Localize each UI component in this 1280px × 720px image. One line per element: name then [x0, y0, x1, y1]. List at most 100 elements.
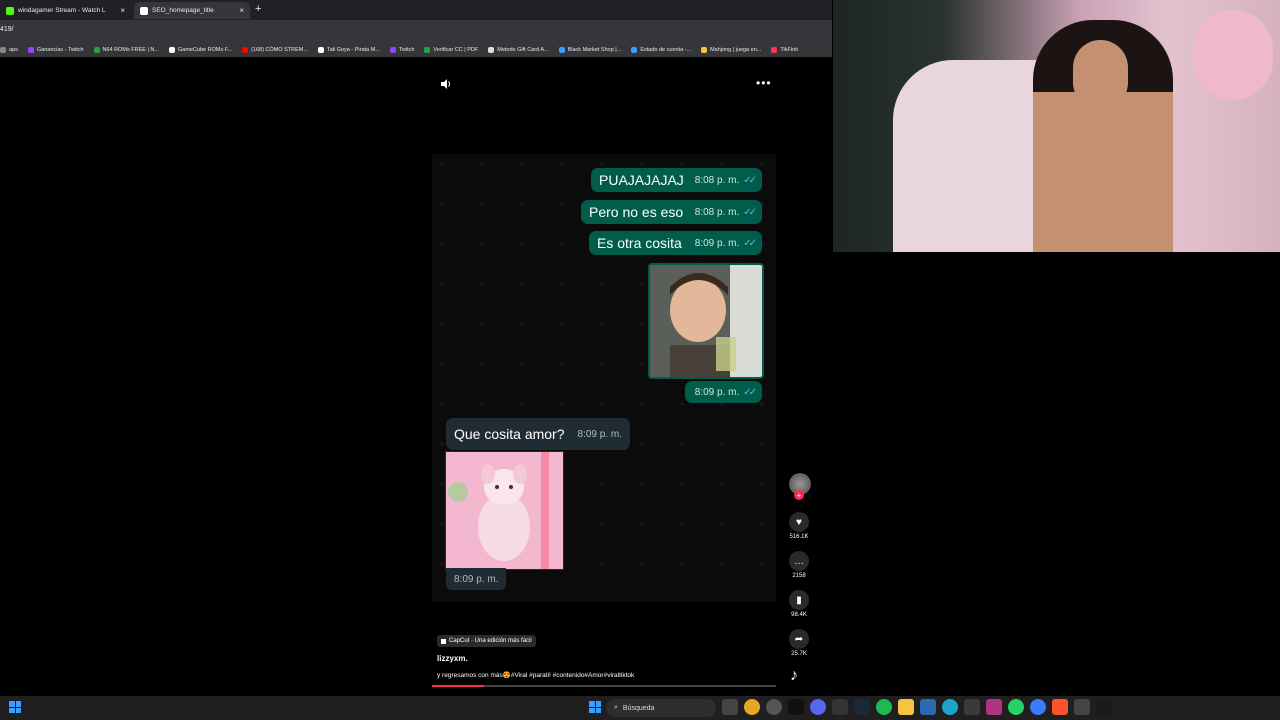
- outgoing-message: Pero no es eso 8:08 p. m. ✓✓: [581, 200, 762, 224]
- bookmark-label: Verificar CC | PDF: [433, 46, 479, 53]
- follow-plus-icon[interactable]: +: [794, 490, 804, 500]
- message-time: 8:08 p. m.: [694, 174, 740, 186]
- bookmark-favicon-icon: [771, 46, 778, 53]
- bookmark-favicon-icon: [168, 46, 175, 53]
- sticker-timestamp: 8:09 p. m.: [446, 568, 506, 590]
- message-text: Es otra cosita: [597, 235, 682, 251]
- message-time: 8:09 p. m.: [577, 428, 622, 440]
- bookmark-item[interactable]: aps: [0, 46, 18, 53]
- share-arrow-icon[interactable]: ➦: [789, 629, 809, 649]
- bookmark-item[interactable]: Black Market Shop |...: [558, 46, 622, 53]
- message-text: Pero no es eso: [589, 204, 684, 220]
- messenger-icon[interactable]: [1030, 699, 1046, 715]
- windows-taskbar: ⌕ Búsqueda: [0, 696, 1280, 720]
- bookmark-item[interactable]: Tali Goya - Pirata M...: [317, 46, 380, 53]
- outgoing-message: Es otra cosita 8:09 p. m. ✓✓: [589, 231, 762, 255]
- bookmark-favicon-icon: [0, 46, 6, 53]
- bookmark-item[interactable]: GameCube ROMs F...: [168, 46, 232, 53]
- close-tab-icon[interactable]: ×: [120, 6, 125, 15]
- heart-icon[interactable]: ♥: [789, 512, 809, 532]
- photo-timestamp: 8:09 p. m. ✓✓: [685, 381, 762, 403]
- app-icon[interactable]: [920, 699, 936, 715]
- file-explorer-icon[interactable]: [898, 699, 914, 715]
- spotify-icon[interactable]: [876, 699, 892, 715]
- bookmark-label: aps: [9, 46, 18, 53]
- taskbar-search[interactable]: ⌕ Búsqueda: [606, 699, 716, 717]
- sticker-pink-dog: [445, 451, 564, 570]
- task-view-icon[interactable]: [722, 699, 738, 715]
- bookmark-item[interactable]: Ganancias - Twitch: [27, 46, 84, 53]
- read-ticks-icon: ✓✓: [743, 174, 757, 186]
- tab-seo-homepage[interactable]: SEO_homepage_title ×: [134, 2, 250, 19]
- bookmark-label: Estado de cuenta -...: [640, 46, 692, 53]
- bookmark-item[interactable]: Mahjong | juega en...: [701, 46, 761, 53]
- bookmark-label: Metodo Gift Card A...: [497, 46, 549, 53]
- bookmark-item[interactable]: Metodo Gift Card A...: [488, 46, 549, 53]
- read-ticks-icon: ✓✓: [743, 237, 757, 249]
- message-time: 8:09 p. m.: [694, 386, 740, 398]
- address-bar[interactable]: 419/: [0, 20, 832, 42]
- search-icon: ⌕: [614, 704, 618, 711]
- bookmark-favicon-icon: [424, 46, 431, 53]
- steam-icon[interactable]: [854, 699, 870, 715]
- bookmark-item[interactable]: Twitch: [389, 46, 414, 53]
- bookmark-label: Black Market Shop |...: [567, 46, 622, 53]
- obs-icon[interactable]: [766, 699, 782, 715]
- comment-count: 2158: [792, 573, 806, 579]
- store-icon[interactable]: [964, 699, 980, 715]
- capcut-tag[interactable]: CapCut · Una edición más fácil: [437, 635, 536, 647]
- save-count: 98.4K: [791, 612, 807, 618]
- tab-seo-label: SEO_homepage_title: [152, 7, 214, 14]
- capcut-label: CapCut · Una edición más fácil: [449, 638, 532, 644]
- volume-icon[interactable]: [440, 78, 452, 90]
- bookmark-item[interactable]: TikFinit: [771, 46, 798, 53]
- bookmark-item[interactable]: (168) CÓMO STREM...: [242, 46, 308, 53]
- windows-logo-icon[interactable]: [9, 701, 21, 713]
- calculator-icon[interactable]: [1074, 699, 1090, 715]
- more-options-icon[interactable]: •••: [756, 76, 772, 90]
- share-action[interactable]: ➦ 25.7K: [784, 629, 814, 657]
- message-time: 8:09 p. m.: [694, 237, 740, 249]
- video-progress-bar[interactable]: [432, 685, 776, 687]
- whatsapp-icon[interactable]: [1008, 699, 1024, 715]
- tiktok-app-icon[interactable]: [788, 699, 804, 715]
- adobe-icon[interactable]: [986, 699, 1002, 715]
- kick-icon: [6, 6, 14, 15]
- comment-action[interactable]: … 2158: [784, 551, 814, 579]
- author-name[interactable]: lizzyxm.: [437, 654, 468, 663]
- bookmark-icon[interactable]: ▮: [789, 590, 809, 610]
- comment-icon[interactable]: …: [789, 551, 809, 571]
- bookmarks-bar: aps Ganancias - Twitch N64 ROMs FREE | N..…: [0, 42, 832, 57]
- new-tab-button[interactable]: +: [255, 3, 261, 15]
- message-text: PUAJAJAJAJ: [599, 172, 684, 188]
- start-button[interactable]: [589, 701, 601, 713]
- message-text: Que cosita amor?: [454, 426, 565, 442]
- save-action[interactable]: ▮ 98.4K: [784, 590, 814, 618]
- discord-icon[interactable]: [810, 699, 826, 715]
- like-action[interactable]: ♥ 516.1K: [784, 512, 814, 540]
- bookmark-favicon-icon: [389, 46, 396, 53]
- bookmark-label: N64 ROMs FREE | N...: [102, 46, 159, 53]
- incoming-message: Que cosita amor? 8:09 p. m.: [446, 418, 630, 450]
- bookmark-favicon-icon: [488, 46, 495, 53]
- app-icon-extra[interactable]: [1096, 699, 1112, 715]
- video-caption: y regresamos con más😍#Viral #parati! #co…: [437, 672, 635, 679]
- brave-icon[interactable]: [1052, 699, 1068, 715]
- chrome-icon[interactable]: [744, 699, 760, 715]
- bookmark-item[interactable]: Estado de cuenta -...: [631, 46, 692, 53]
- like-count: 516.1K: [789, 534, 809, 540]
- bookmark-label: Tali Goya - Pirata M...: [326, 46, 380, 53]
- message-time: 8:08 p. m.: [694, 206, 740, 218]
- tab-stream[interactable]: windagamer Stream - Watch L ×: [0, 2, 131, 19]
- edge-icon[interactable]: [942, 699, 958, 715]
- epic-games-icon[interactable]: [832, 699, 848, 715]
- tiktok-icon: [140, 6, 148, 15]
- video-progress-fill: [432, 685, 484, 687]
- tiktok-logo-icon: ♪: [790, 667, 798, 684]
- capcut-icon: [441, 638, 446, 644]
- bookmark-favicon-icon: [701, 46, 708, 53]
- bookmark-item[interactable]: Verificar CC | PDF: [424, 46, 479, 53]
- bookmark-item[interactable]: N64 ROMs FREE | N...: [93, 46, 159, 53]
- bookmark-favicon-icon: [27, 46, 34, 53]
- close-tab-icon[interactable]: ×: [239, 6, 244, 15]
